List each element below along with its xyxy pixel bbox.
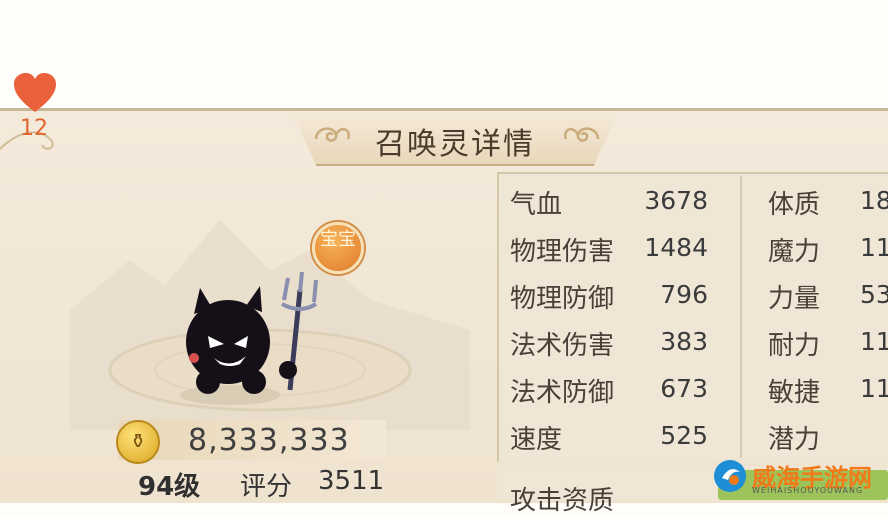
stat-label-agility: 敏捷 [768,378,821,408]
stat-label-hp: 气血 [510,190,563,220]
stat-value-magic-power: 11 [860,233,888,262]
stat-value-phys-def: 796 [660,280,708,309]
stat-value-phys-atk: 1484 [644,233,708,262]
stat-value-constitution: 18 [860,186,888,215]
coin-icon: ⚱ [116,420,160,464]
stat-label-phys-def: 物理防御 [510,284,615,314]
stat-value-magic-atk: 383 [660,327,708,356]
score-value: 3511 [318,466,385,496]
stat-label-phys-atk: 物理伤害 [510,237,615,267]
stat-value-magic-def: 673 [660,374,708,403]
attack-aptitude-label: 攻击资质 [510,486,615,516]
stat-label-magic-atk: 法术伤害 [510,331,615,361]
stat-label-magic-def: 法术防御 [510,378,615,408]
stat-label-endurance: 耐力 [768,331,821,361]
stat-label-speed: 速度 [510,425,563,455]
stat-value-endurance: 11 [860,327,888,356]
devil-pet-icon[interactable] [150,270,340,410]
stat-label-constitution: 体质 [768,190,821,220]
top-blank-area [0,0,888,110]
stat-value-speed: 525 [660,421,708,450]
heart-count: 12 [20,116,48,141]
level-label: 94级 [138,472,201,502]
watermark-subtext: WEIHAISHOUYOUWANG [752,486,864,495]
stat-value-strength: 53 [860,280,888,309]
stats-divider [740,176,742,458]
stat-value-agility: 11 [860,374,888,403]
heart-icon [14,73,56,112]
stat-label-magic-power: 魔力 [768,237,821,267]
page-title: 召唤灵详情 [375,127,535,162]
baobao-badge-label: 宝宝 [320,229,356,250]
coin-value: 8,333,333 [188,423,350,458]
stat-value-hp: 3678 [644,186,708,215]
baobao-badge: 宝宝 [312,222,364,274]
score-label: 评分 [240,472,293,502]
stat-label-strength: 力量 [768,284,821,314]
watermark-logo-icon [714,460,746,492]
stat-label-potential: 潜力 [768,425,821,455]
